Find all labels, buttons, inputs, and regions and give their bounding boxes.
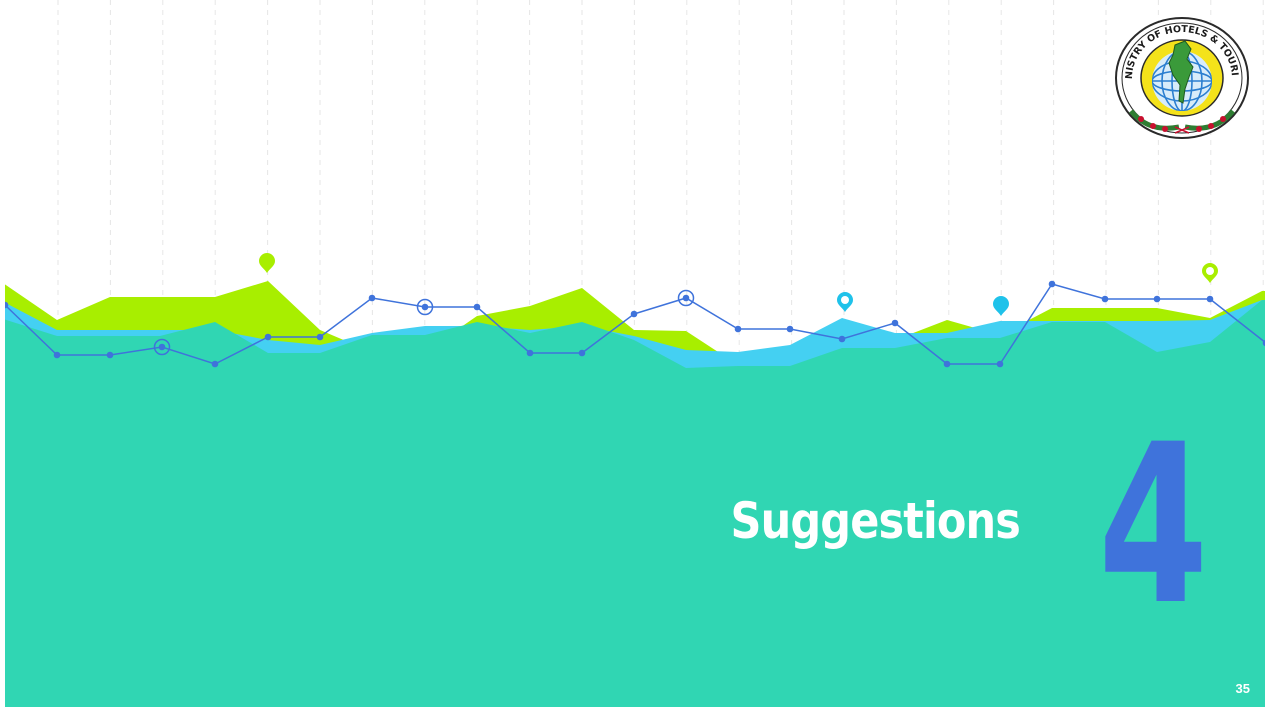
slide-title: Suggestions (730, 492, 1021, 550)
map-pin-hole (1206, 267, 1214, 275)
trend-dot (1206, 295, 1214, 303)
trend-dot (996, 360, 1004, 368)
trend-dot (1153, 295, 1161, 303)
page-number: 35 (1235, 681, 1250, 696)
trend-dot (158, 343, 166, 351)
trend-dot (838, 335, 846, 343)
trend-dot (368, 294, 376, 302)
trend-dot (106, 351, 114, 359)
right-margin-bar (1265, 0, 1271, 707)
map-pin-icon (259, 253, 275, 273)
teal-area-shape (0, 300, 1271, 707)
slide: MINISTRY OF HOTELS & TOURISM Suggestions… (0, 0, 1271, 707)
trend-dot (786, 325, 794, 333)
trend-dot (526, 349, 534, 357)
ministry-seal-logo: MINISTRY OF HOTELS & TOURISM (1113, 15, 1249, 139)
trend-dot (473, 303, 481, 311)
trend-dot (53, 351, 61, 359)
trend-dot (578, 349, 586, 357)
trend-dot (630, 310, 638, 318)
map-pin-markers (259, 253, 1218, 316)
trend-dot (1048, 280, 1056, 288)
map-pin-icon (993, 296, 1009, 316)
trend-dot (682, 294, 690, 302)
left-margin-bar (0, 0, 5, 707)
map-pin-hole (841, 296, 849, 304)
decorative-wave-chart (0, 0, 1271, 707)
trend-dot (891, 319, 899, 327)
trend-dot (943, 360, 951, 368)
trend-dot (264, 333, 272, 341)
trend-dot (734, 325, 742, 333)
trend-dot (421, 303, 429, 311)
trend-dot (211, 360, 219, 368)
trend-dot (1101, 295, 1109, 303)
section-number: 4 (1098, 397, 1209, 653)
trend-dot (316, 333, 324, 341)
